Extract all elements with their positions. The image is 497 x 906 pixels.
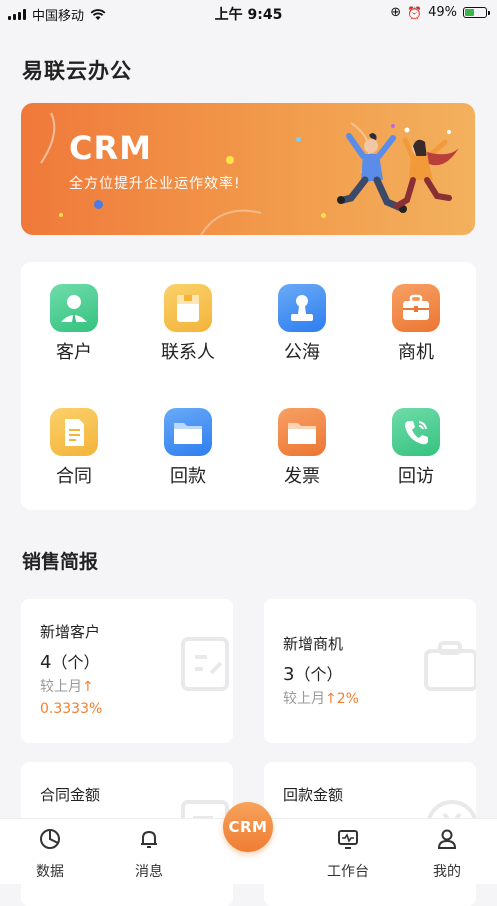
crm-banner[interactable]: CRM 全方位提升企业运作效率! [21,103,475,235]
compare-label: 较上月 [283,691,325,707]
stat-unit: （个） [294,665,343,684]
menu-item-invoice[interactable]: 发票 [254,408,350,508]
contract-icon [50,408,98,456]
battery-icon [463,7,490,18]
tab-label: 我的 [433,864,461,880]
tab-mine[interactable]: 我的 [412,827,482,881]
banner-brand: CRM [69,129,152,167]
menu-item-label: 回访 [398,466,434,487]
menu-item-label: 回款 [170,466,206,487]
menu-item-customer[interactable]: 客户 [26,284,122,384]
tab-label: 消息 [135,864,163,880]
crm-center-button[interactable]: CRM [223,802,273,852]
user-icon [437,829,457,849]
status-bar: 中国移动 上午 9:45 ⊕ ⏰ 49% [0,0,497,26]
callback-icon [392,408,440,456]
bell-icon [141,830,157,848]
menu-item-contact[interactable]: 联系人 [140,284,236,384]
menu-item-label: 发票 [284,466,320,487]
customer-watermark-icon [181,637,229,691]
decor-dot [296,137,301,142]
menu-item-callback[interactable]: 回访 [368,408,464,508]
stat-number: 4 [40,652,52,673]
stat-title: 回款金额 [283,786,344,804]
decor-dot [59,213,63,217]
public-sea-icon [278,284,326,332]
stat-compare: 较上月↑ [40,676,94,696]
stat-number: 3 [283,664,295,685]
tab-messages[interactable]: 消息 [114,827,184,881]
stat-card-new-opportunities[interactable]: 新增商机 3（个） 较上月↑2% [264,599,476,743]
menu-item-public-sea[interactable]: 公海 [254,284,350,384]
stat-value: 4（个） [40,649,99,673]
menu-grid: 客户 联系人 公海 商机 合同 回款 发票 回访 [21,262,476,510]
tab-label: 工作台 [327,864,369,880]
opportunity-watermark-icon [424,641,476,691]
menu-item-label: 公海 [284,342,320,363]
alarm-icon: ⏰ [407,5,423,20]
menu-item-label: 客户 [56,342,92,363]
tab-data[interactable]: 数据 [15,827,85,881]
up-arrow-icon: ↑ [82,679,94,695]
opportunity-icon [392,284,440,332]
stat-title: 合同金额 [40,786,101,804]
stat-unit: （个） [51,653,100,672]
menu-item-label: 商机 [398,342,434,363]
menu-item-label: 合同 [56,466,92,487]
invoice-icon [278,408,326,456]
monitor-icon [338,830,358,849]
payment-icon [164,408,212,456]
menu-item-label: 联系人 [161,342,215,363]
tab-workbench[interactable]: 工作台 [313,827,383,881]
tab-label: 数据 [36,864,64,880]
stat-compare: 较上月↑2% [283,688,359,708]
banner-slogan: 全方位提升企业运作效率! [69,176,241,192]
pie-chart-icon [40,829,60,849]
menu-item-payment[interactable]: 回款 [140,408,236,508]
contact-icon [164,284,212,332]
compare-label: 较上月 [40,679,82,695]
page-title: 易联云办公 [22,59,132,83]
stat-value: 3（个） [283,661,342,685]
battery-percent: 49% [428,5,457,20]
stat-card-new-customers[interactable]: 新增客户 4（个） 较上月↑ 0.3333% [21,599,233,743]
decor-dot [94,200,103,209]
jumping-people-illustration [337,124,459,213]
customer-icon [50,284,98,332]
decor-dot [226,156,234,164]
menu-item-opportunity[interactable]: 商机 [368,284,464,384]
stat-change: 2% [336,691,359,707]
up-arrow-icon: ↑ [325,691,337,707]
section-title-sales-report: 销售简报 [22,551,99,573]
stat-change: 0.3333% [40,701,103,717]
stat-title: 新增客户 [40,623,101,641]
rotation-lock-icon: ⊕ [390,5,402,20]
stat-title: 新增商机 [283,635,344,653]
menu-item-contract[interactable]: 合同 [26,408,122,508]
